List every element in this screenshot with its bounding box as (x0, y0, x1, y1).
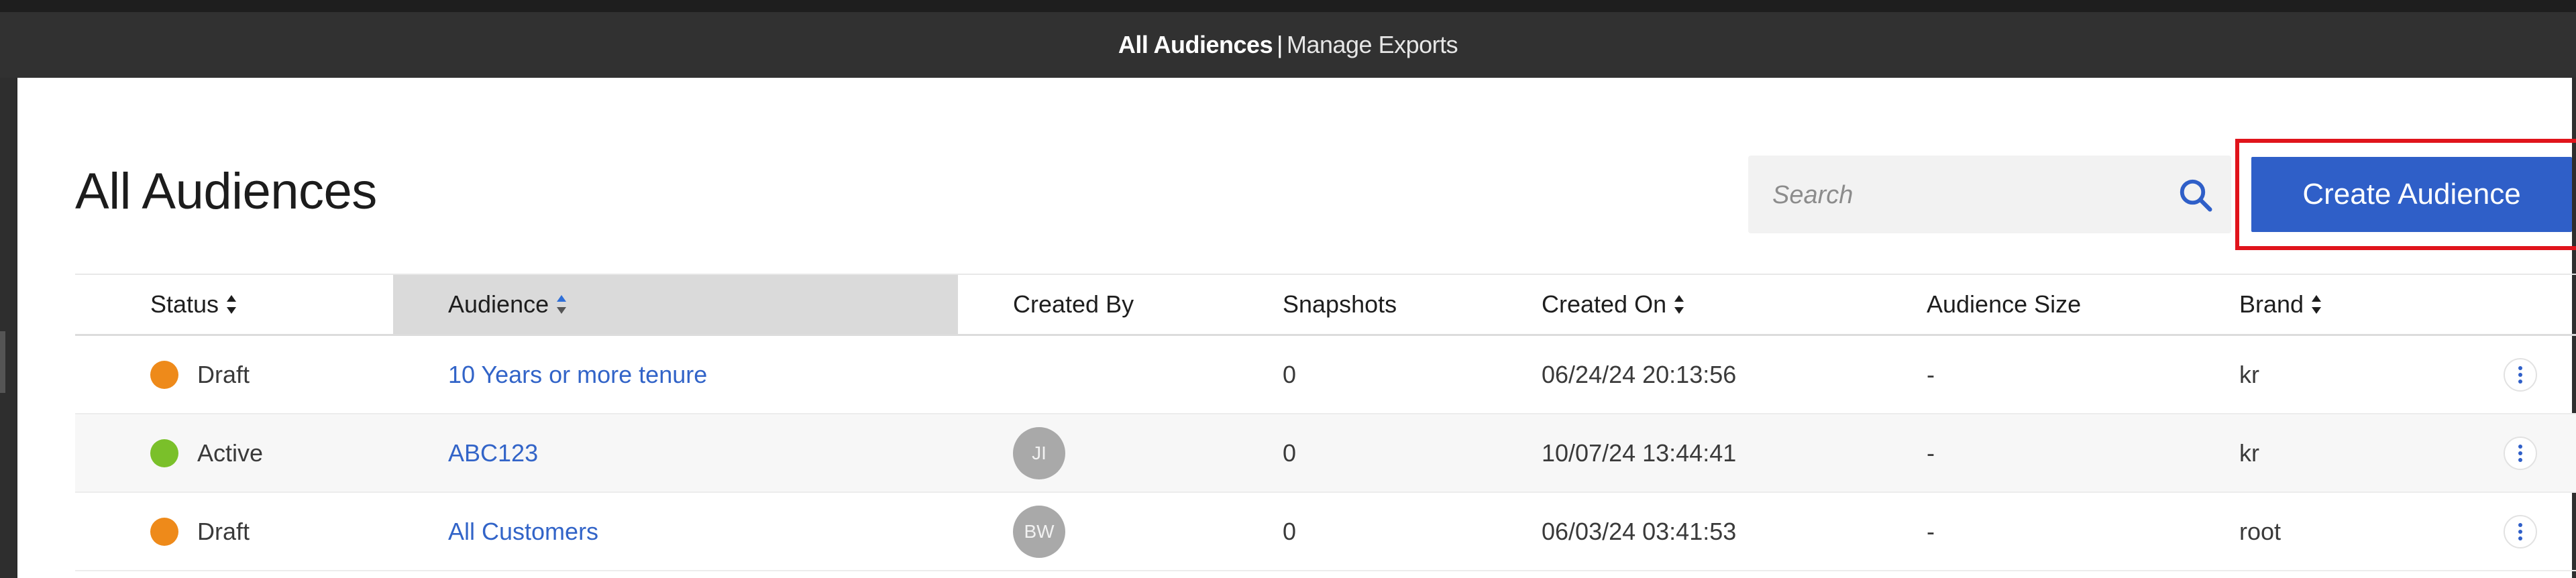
avatar: BW (1013, 505, 1065, 558)
sort-icon[interactable] (225, 293, 237, 316)
status-dot-icon (150, 517, 178, 546)
audience-cell: All Customers (448, 493, 598, 570)
col-created-on-header[interactable]: Created On (1542, 275, 1685, 334)
more-options-icon[interactable] (2504, 436, 2537, 470)
avatar: JI (1013, 426, 1065, 479)
more-options-icon[interactable] (2504, 357, 2537, 392)
col-brand-label: Brand (2239, 290, 2304, 318)
col-brand-header[interactable]: Brand (2239, 275, 2322, 334)
created-by-cell: JI (1013, 414, 1065, 492)
nav-manage-exports[interactable]: Manage Exports (1287, 31, 1458, 59)
table-body: Draft 10 Years or more tenure 0 06/24/24… (75, 336, 2576, 571)
audience-size-cell: - (1927, 360, 1935, 388)
snapshots-cell: 0 (1283, 439, 1297, 467)
page-title: All Audiences (75, 163, 377, 220)
status-text: Draft (197, 517, 250, 545)
audience-size-cell: - (1927, 517, 1935, 545)
resize-handle[interactable] (0, 331, 5, 393)
search-icon[interactable] (2178, 177, 2214, 213)
audience-cell: ABC123 (448, 414, 538, 492)
search-box[interactable] (1748, 156, 2231, 235)
create-audience-button[interactable]: Create Audience (2251, 157, 2572, 232)
table-row[interactable]: Draft All Customers BW 0 06/03/24 03:41:… (75, 493, 2576, 571)
search-input[interactable] (1771, 156, 2149, 235)
row-actions (2504, 493, 2537, 570)
status-cell: Draft (150, 493, 250, 570)
left-gutter (0, 78, 16, 578)
status-dot-icon (150, 360, 178, 389)
status-cell: Draft (150, 336, 250, 413)
sort-active-icon[interactable] (555, 293, 568, 316)
col-audience-header[interactable]: Audience (393, 275, 958, 334)
row-actions (2504, 336, 2537, 413)
main-panel: All Audiences Create Audience Status Aud… (17, 78, 2576, 578)
created-on-cell: 06/03/24 03:41:53 (1542, 517, 1737, 545)
col-created-on-label: Created On (1542, 290, 1667, 318)
table-header: Status Audience Created By Snapshots Cre… (75, 274, 2576, 336)
created-by-cell: BW (1013, 493, 1065, 570)
status-cell: Active (150, 414, 263, 492)
snapshots-cell: 0 (1283, 360, 1297, 388)
audience-link[interactable]: All Customers (448, 518, 598, 546)
audience-link[interactable]: 10 Years or more tenure (448, 361, 707, 389)
audience-link[interactable]: ABC123 (448, 439, 538, 467)
status-text: Draft (197, 360, 250, 388)
status-text: Active (197, 439, 264, 467)
sort-icon[interactable] (2310, 293, 2322, 316)
col-audience-label: Audience (448, 290, 549, 318)
top-nav: All Audiences | Manage Exports (0, 12, 2576, 78)
col-status-label: Status (150, 290, 219, 318)
brand-cell: kr (2239, 360, 2259, 388)
audience-size-cell: - (1927, 439, 1935, 467)
snapshots-cell: 0 (1283, 517, 1297, 545)
status-dot-icon (150, 439, 178, 467)
created-on-cell: 06/24/24 20:13:56 (1542, 360, 1737, 388)
brand-cell: root (2239, 517, 2282, 545)
table-row[interactable]: Draft 10 Years or more tenure 0 06/24/24… (75, 336, 2576, 414)
created-on-cell: 10/07/24 13:44:41 (1542, 439, 1737, 467)
more-options-icon[interactable] (2504, 514, 2537, 548)
nav-all-audiences[interactable]: All Audiences (1118, 31, 1273, 59)
col-status-header[interactable]: Status (75, 275, 364, 334)
col-snapshots-header: Snapshots (1283, 290, 1397, 318)
window-top-strip (0, 0, 2576, 12)
col-created-by-header: Created By (1013, 290, 1134, 318)
table-row[interactable]: Active ABC123 JI 0 10/07/24 13:44:41 - k… (75, 414, 2576, 493)
audiences-table: Status Audience Created By Snapshots Cre… (75, 274, 2576, 571)
col-audience-size-header: Audience Size (1927, 290, 2082, 318)
sort-icon[interactable] (1673, 293, 1685, 316)
nav-separator: | (1277, 31, 1283, 58)
row-actions (2504, 414, 2537, 492)
brand-cell: kr (2239, 439, 2259, 467)
audience-cell: 10 Years or more tenure (448, 336, 707, 413)
